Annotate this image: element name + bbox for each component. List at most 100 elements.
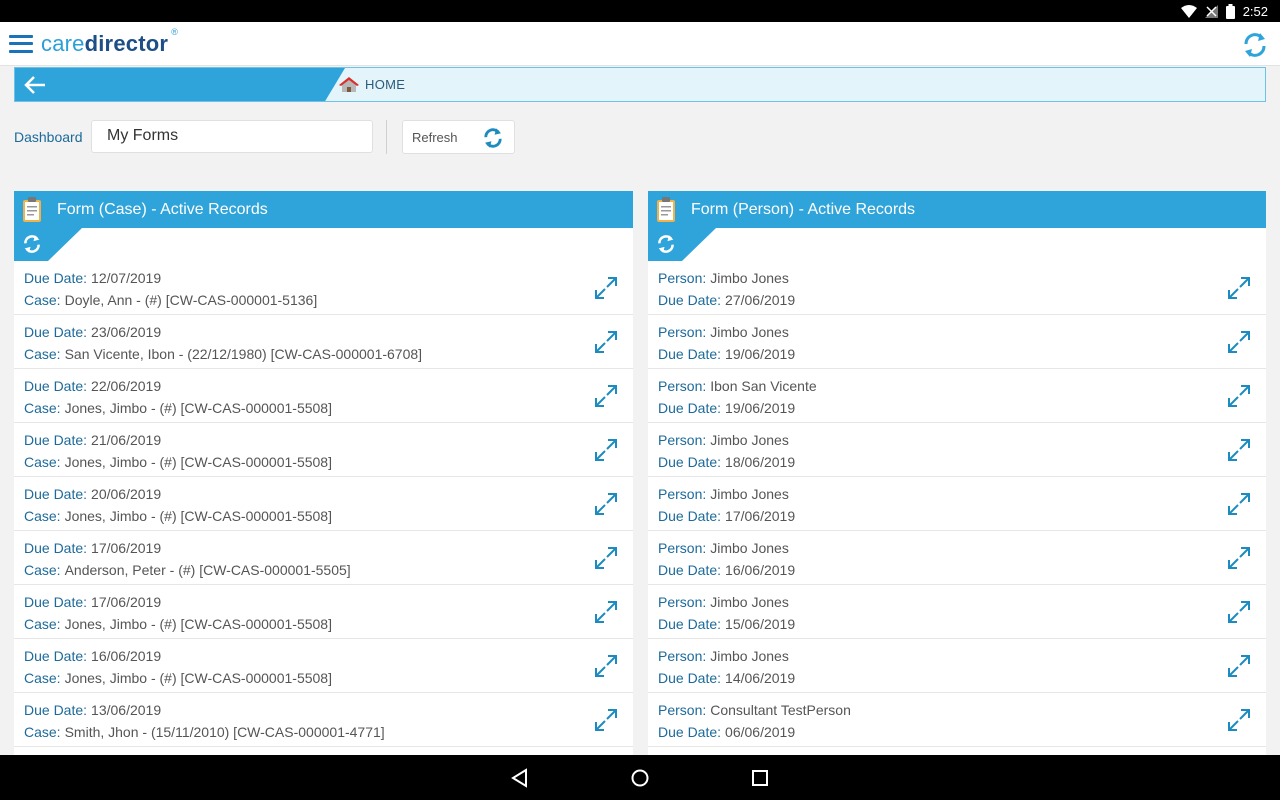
- recents-nav-icon[interactable]: [750, 768, 770, 788]
- expand-icon[interactable]: [1226, 275, 1252, 301]
- record-line-1: Person: Ibon San Vicente: [658, 375, 1266, 397]
- list-item[interactable]: Due Date: 21/06/2019 Case: Jones, Jimbo - (…: [14, 423, 633, 477]
- expand-icon[interactable]: [593, 545, 619, 571]
- panel-toolbar: [648, 228, 1266, 261]
- record-line-2: Due Date: 15/06/2019: [658, 613, 1266, 635]
- expand-icon[interactable]: [1226, 707, 1252, 733]
- record-line-2: Case: Smith, Jhon - (15/11/2010) [CW-CAS-…: [24, 721, 633, 743]
- record-line-2: Case: San Vicente, Ibon - (22/12/1980) [C…: [24, 343, 633, 365]
- expand-icon[interactable]: [1226, 491, 1252, 517]
- list-item[interactable]: Person: Jimbo Jones Due Date: 27/06/2019: [648, 261, 1266, 315]
- field-value: 17/06/2019: [91, 540, 162, 556]
- expand-icon[interactable]: [593, 653, 619, 679]
- expand-icon[interactable]: [1226, 545, 1252, 571]
- field-value: Jones, Jimbo - (#) [CW-CAS-000001-5508]: [64, 616, 332, 632]
- list-item[interactable]: Person: Jimbo Jones Due Date: 17/06/2019: [648, 477, 1266, 531]
- refresh-label: Refresh: [412, 129, 458, 145]
- field-value: Jones, Jimbo - (#) [CW-CAS-000001-5508]: [64, 454, 332, 470]
- record-list: Due Date: 12/07/2019 Case: Doyle, Ann - (#)…: [14, 261, 633, 747]
- list-item[interactable]: Due Date: 22/06/2019 Case: Jones, Jimbo - (…: [14, 369, 633, 423]
- field-label: Due Date:: [658, 724, 722, 740]
- expand-icon[interactable]: [593, 491, 619, 517]
- list-item[interactable]: Due Date: 12/07/2019 Case: Doyle, Ann - (#)…: [14, 261, 633, 315]
- record-line-2: Due Date: 14/06/2019: [658, 667, 1266, 689]
- list-item[interactable]: Person: Jimbo Jones Due Date: 14/06/2019: [648, 639, 1266, 693]
- field-value: 12/07/2019: [91, 270, 162, 286]
- field-label: Case:: [24, 724, 61, 740]
- list-item[interactable]: Due Date: 13/06/2019 Case: Smith, Jhon - (1…: [14, 693, 633, 747]
- refresh-button[interactable]: Refresh: [402, 120, 515, 154]
- record-line-2: Due Date: 27/06/2019: [658, 289, 1266, 311]
- status-time: 2:52: [1242, 3, 1268, 19]
- record-line-1: Due Date: 13/06/2019: [24, 699, 633, 721]
- field-label: Due Date:: [658, 400, 722, 416]
- expand-icon[interactable]: [1226, 437, 1252, 463]
- home-nav-icon[interactable]: [630, 768, 650, 788]
- list-item[interactable]: Person: Jimbo Jones Due Date: 16/06/2019: [648, 531, 1266, 585]
- panel-header: Form (Person) - Active Records: [648, 191, 1266, 228]
- list-item[interactable]: Due Date: 20/06/2019 Case: Jones, Jimbo - (…: [14, 477, 633, 531]
- expand-icon[interactable]: [1226, 653, 1252, 679]
- dashboard-label: Dashboard: [14, 129, 83, 145]
- field-label: Due Date:: [24, 594, 88, 610]
- record-line-1: Due Date: 17/06/2019: [24, 591, 633, 613]
- field-label: Due Date:: [658, 616, 722, 632]
- record-line-1: Due Date: 16/06/2019: [24, 645, 633, 667]
- expand-icon[interactable]: [593, 329, 619, 355]
- list-item[interactable]: Due Date: 23/06/2019 Case: San Vicente, Ibo…: [14, 315, 633, 369]
- field-label: Due Date:: [658, 562, 722, 578]
- field-label: Case:: [24, 454, 61, 470]
- field-value: 15/06/2019: [725, 616, 796, 632]
- field-value: 17/06/2019: [725, 508, 796, 524]
- panel-refresh-button[interactable]: [648, 228, 716, 261]
- refresh-icon: [484, 128, 502, 148]
- expand-icon[interactable]: [593, 707, 619, 733]
- field-value: Jones, Jimbo - (#) [CW-CAS-000001-5508]: [64, 400, 332, 416]
- list-item[interactable]: Person: Consultant TestPerson Due Date: 06/…: [648, 693, 1266, 747]
- panel-title: Form (Case) - Active Records: [57, 200, 268, 218]
- panel-refresh-button[interactable]: [14, 228, 82, 261]
- expand-icon[interactable]: [1226, 599, 1252, 625]
- expand-icon[interactable]: [593, 599, 619, 625]
- back-button[interactable]: [15, 68, 345, 101]
- record-line-2: Case: Anderson, Peter - (#) [CW-CAS-00000…: [24, 559, 633, 581]
- record-line-1: Due Date: 22/06/2019: [24, 375, 633, 397]
- list-item[interactable]: Person: Jimbo Jones Due Date: 18/06/2019: [648, 423, 1266, 477]
- field-value: 16/06/2019: [725, 562, 796, 578]
- record-line-1: Due Date: 17/06/2019: [24, 537, 633, 559]
- list-item[interactable]: Person: Jimbo Jones Due Date: 19/06/2019: [648, 315, 1266, 369]
- sync-icon[interactable]: [1240, 30, 1270, 60]
- menu-icon[interactable]: [9, 34, 33, 53]
- expand-icon[interactable]: [1226, 329, 1252, 355]
- breadcrumb-home[interactable]: HOME: [339, 68, 405, 101]
- panel-toolbar: [14, 228, 633, 261]
- expand-icon[interactable]: [593, 437, 619, 463]
- field-value: San Vicente, Ibon - (22/12/1980) [CW-CAS…: [64, 346, 423, 362]
- clipboard-icon: [657, 196, 675, 222]
- clipboard-icon: [23, 196, 41, 222]
- dashboard-select[interactable]: My Forms: [91, 120, 373, 153]
- field-value: Jones, Jimbo - (#) [CW-CAS-000001-5508]: [64, 508, 332, 524]
- expand-icon[interactable]: [593, 275, 619, 301]
- list-item[interactable]: Due Date: 16/06/2019 Case: Jones, Jimbo - (…: [14, 639, 633, 693]
- field-label: Case:: [24, 562, 61, 578]
- expand-icon[interactable]: [593, 383, 619, 409]
- expand-icon[interactable]: [1226, 383, 1252, 409]
- list-item[interactable]: Due Date: 17/06/2019 Case: Anderson, Peter …: [14, 531, 633, 585]
- list-item[interactable]: Person: Jimbo Jones Due Date: 15/06/2019: [648, 585, 1266, 639]
- list-item[interactable]: Due Date: 17/06/2019 Case: Jones, Jimbo - (…: [14, 585, 633, 639]
- record-line-2: Case: Doyle, Ann - (#) [CW-CAS-000001-513…: [24, 289, 633, 311]
- record-line-1: Person: Jimbo Jones: [658, 537, 1266, 559]
- record-line-1: Person: Jimbo Jones: [658, 267, 1266, 289]
- record-line-2: Due Date: 19/06/2019: [658, 343, 1266, 365]
- field-value: 16/06/2019: [91, 648, 162, 664]
- field-label: Case:: [24, 508, 61, 524]
- no-signal-icon: [1204, 4, 1218, 18]
- field-value: 27/06/2019: [725, 292, 796, 308]
- record-line-1: Due Date: 21/06/2019: [24, 429, 633, 451]
- field-value: Jimbo Jones: [710, 270, 789, 286]
- field-label: Person:: [658, 378, 707, 394]
- field-value: 17/06/2019: [91, 594, 162, 610]
- back-nav-icon[interactable]: [510, 768, 530, 788]
- list-item[interactable]: Person: Ibon San Vicente Due Date: 19/06/20…: [648, 369, 1266, 423]
